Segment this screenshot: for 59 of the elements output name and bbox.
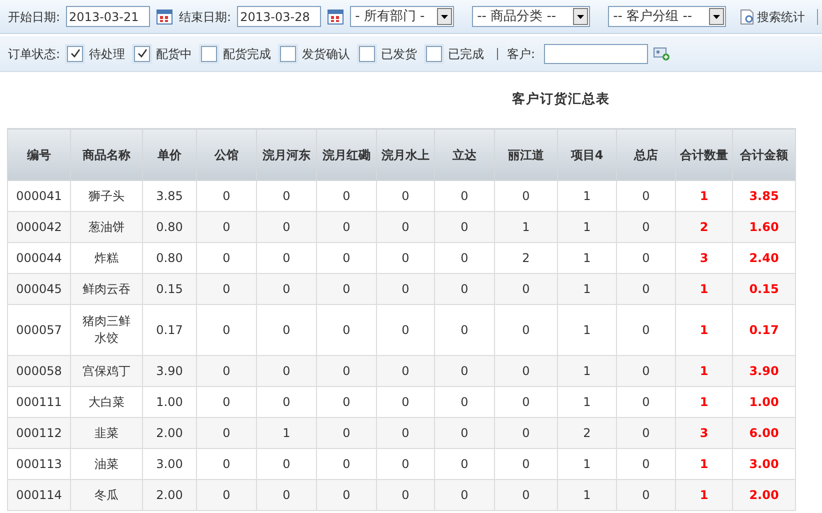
table-cell: 0 xyxy=(494,480,558,510)
report-title: 客户订货汇总表 xyxy=(512,90,610,110)
dropdown[interactable]: -- 商品分类 -- xyxy=(472,6,590,27)
checkbox[interactable] xyxy=(426,46,442,62)
table-cell: 000114 xyxy=(8,480,70,510)
dropdown-value: -- 客户分组 -- xyxy=(613,8,692,26)
column-header: 编号 xyxy=(8,128,70,180)
checkbox-label[interactable]: 发货确认 xyxy=(302,44,350,62)
table-cell: 0 xyxy=(376,480,434,510)
column-header: 立达 xyxy=(434,128,494,180)
check-icon xyxy=(136,48,148,59)
table-cell: 0 xyxy=(256,480,316,510)
dropdown-value: -- 商品分类 -- xyxy=(477,8,556,26)
field-label: 结束日期: xyxy=(179,8,232,26)
calendar-icon[interactable] xyxy=(156,8,174,25)
column-header: 浣月水上 xyxy=(376,128,434,180)
checkbox[interactable] xyxy=(280,46,296,62)
check-icon xyxy=(70,48,81,59)
column-header: 丽江道 xyxy=(494,128,558,180)
table-cell: 2.00 xyxy=(732,480,796,510)
dropdown[interactable]: -- 客户分组 -- xyxy=(608,6,726,27)
date-field[interactable]: 2013-03-21 xyxy=(66,6,150,27)
column-header: 单价 xyxy=(142,128,196,180)
search-button[interactable]: 搜索统计 xyxy=(740,8,806,26)
table-cell: 1 xyxy=(558,480,616,510)
calendar-icon[interactable] xyxy=(327,8,344,25)
add-contact-icon[interactable] xyxy=(653,46,672,60)
date-field[interactable]: 2013-03-28 xyxy=(237,6,322,27)
table-cell: 0 xyxy=(616,480,676,510)
checkbox[interactable] xyxy=(359,46,376,62)
checkbox-label[interactable]: 待处理 xyxy=(89,44,126,62)
checkbox-label[interactable]: 已发货 xyxy=(381,44,418,62)
table-cell: 0 xyxy=(316,480,376,510)
column-header: 浣月河东 xyxy=(256,128,316,180)
checkbox[interactable] xyxy=(67,46,84,62)
column-header: 合计金额 xyxy=(732,128,796,180)
column-header: 总店 xyxy=(616,128,676,180)
column-header: 项目4 xyxy=(558,128,616,180)
dropdown[interactable]: - 所有部门 - xyxy=(350,6,454,27)
column-header: 浣月红磡 xyxy=(316,128,376,180)
column-header: 公馆 xyxy=(196,128,256,180)
field-label: 订单状态: xyxy=(8,46,60,62)
field-label: 开始日期: xyxy=(8,8,60,26)
checkbox-label[interactable]: 配货完成 xyxy=(223,44,272,62)
table-cell: 0 xyxy=(434,480,494,510)
table-cell: 2.00 xyxy=(142,480,196,510)
field-label: 客户: xyxy=(507,46,536,62)
dropdown-value: - 所有部门 - xyxy=(355,8,425,26)
checkbox[interactable] xyxy=(134,46,150,62)
table-cell: 1 xyxy=(676,480,732,510)
document-search-icon xyxy=(740,8,756,24)
customer-field[interactable] xyxy=(544,44,648,64)
table-cell: 冬瓜 xyxy=(70,480,142,510)
column-header: 合计数量 xyxy=(676,128,732,180)
checkbox-label[interactable]: 配货中 xyxy=(156,44,192,62)
column-header: 商品名称 xyxy=(70,128,142,180)
checkbox[interactable] xyxy=(201,46,218,62)
checkbox-label[interactable]: 已完成 xyxy=(448,44,484,62)
table-cell: 0 xyxy=(196,480,256,510)
